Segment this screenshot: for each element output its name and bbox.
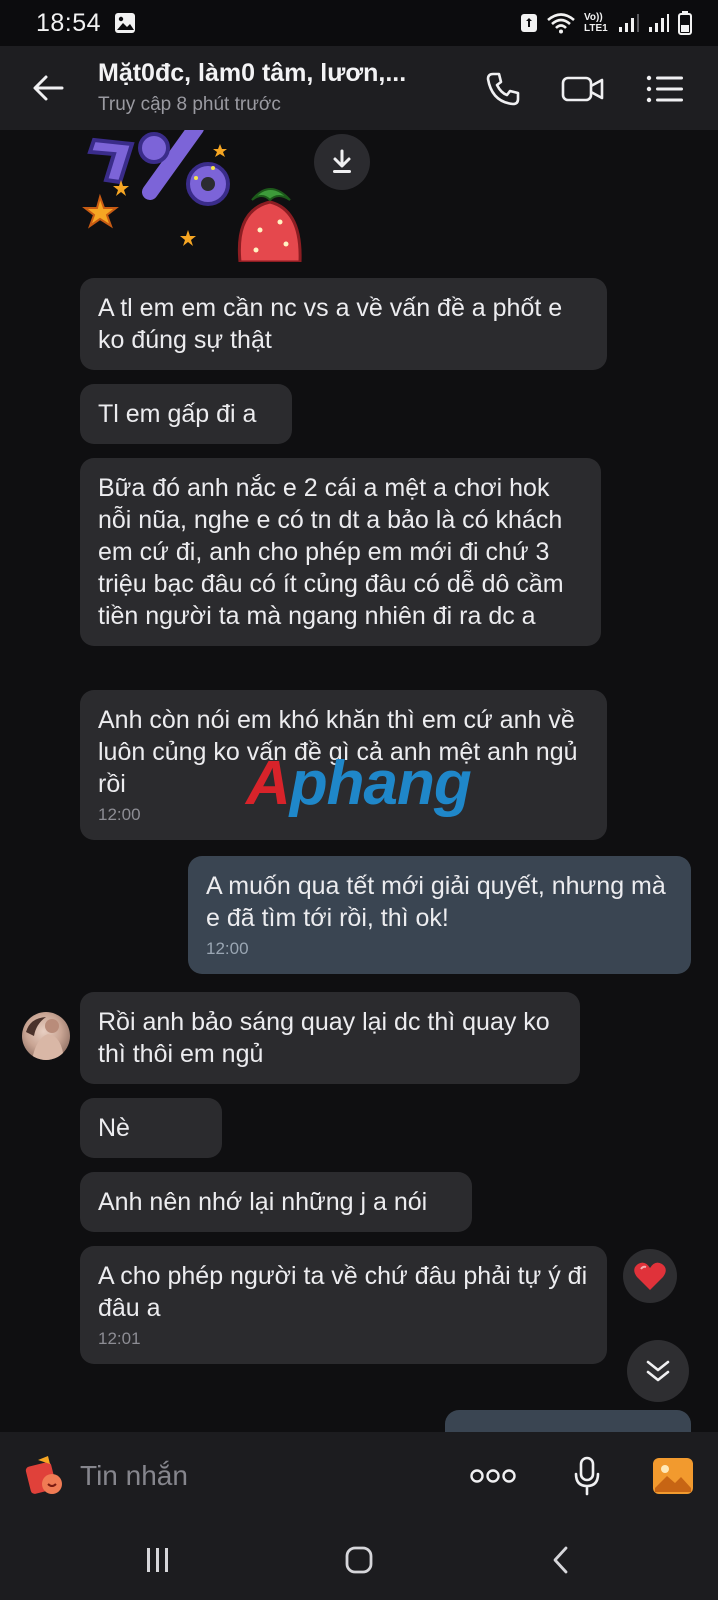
home-icon: [345, 1546, 373, 1574]
download-icon: [333, 149, 351, 173]
message-incoming[interactable]: Nè: [80, 1098, 222, 1158]
gallery-notification-icon: [115, 13, 135, 33]
message-text: A cho phép người ta về chứ đâu phải tự ý…: [98, 1262, 588, 1322]
message-text: Anh nên nhớ lại những j a nói: [98, 1188, 428, 1216]
message-incoming[interactable]: Anh nên nhớ lại những j a nói: [80, 1172, 472, 1232]
message-text: Rồi anh bảo sáng quay lại dc thì quay ko…: [98, 1008, 550, 1068]
heart-icon: [634, 1262, 666, 1290]
network-label: Vo)) LTE1: [584, 12, 608, 34]
watermark-part1: A: [246, 749, 291, 818]
message-list[interactable]: A tl em em cần nc vs a về vấn đề a phốt …: [0, 130, 718, 1432]
more-options-button[interactable]: [468, 1452, 518, 1500]
contact-name[interactable]: Mặt0đc, làm0 tâm, lươn,...: [98, 59, 438, 88]
signal-1-icon: [619, 14, 639, 32]
microphone-icon: [574, 1456, 600, 1496]
message-text: Tl em gấp đi a: [98, 400, 257, 428]
video-call-button[interactable]: [560, 66, 606, 112]
menu-button[interactable]: [642, 66, 688, 112]
call-button[interactable]: [480, 66, 526, 112]
message-text: A muốn qua tết mới giải quyết, nhưng mà …: [206, 872, 666, 932]
system-navigation-bar: [0, 1520, 718, 1600]
photo-button[interactable]: [648, 1452, 698, 1500]
scroll-to-bottom-button[interactable]: [627, 1340, 689, 1402]
video-camera-icon: [561, 76, 604, 102]
sticker-button-icon[interactable]: [22, 1454, 66, 1498]
chat-header: Mặt0đc, làm0 tâm, lươn,... Truy cập 8 ph…: [0, 46, 718, 130]
message-time: 12:00: [206, 939, 249, 958]
message-incoming[interactable]: A cho phép người ta về chứ đâu phải tự ý…: [80, 1246, 607, 1364]
message-text: A tl em em cần nc vs a về vấn đề a phốt …: [98, 294, 563, 354]
more-dots-icon: [470, 1469, 516, 1483]
message-composer: [0, 1432, 718, 1520]
battery-icon: [678, 11, 692, 35]
message-incoming[interactable]: Bữa đó anh nắc e 2 cái a mệt a chơi hok …: [80, 458, 601, 646]
message-incoming[interactable]: A tl em em cần nc vs a về vấn đề a phốt …: [80, 278, 607, 370]
home-button[interactable]: [329, 1536, 389, 1584]
download-button[interactable]: [314, 134, 370, 190]
watermark-part2: phang: [289, 749, 472, 818]
watermark-logo: Aphang: [246, 748, 472, 819]
status-icons: Vo)) LTE1: [520, 10, 692, 36]
recent-apps-icon: [147, 1548, 168, 1572]
message-input[interactable]: [80, 1448, 440, 1504]
message-text: Bữa đó anh nắc e 2 cái a mệt a chơi hok …: [98, 474, 564, 630]
message-outgoing-partial[interactable]: [445, 1410, 691, 1432]
avatar-photo: [26, 1017, 64, 1060]
status-bar: 18:54 Vo)) LTE1: [0, 0, 718, 46]
status-time: 18:54: [36, 9, 102, 37]
system-back-button[interactable]: [530, 1536, 590, 1584]
back-arrow-icon[interactable]: [28, 68, 68, 108]
message-outgoing[interactable]: A muốn qua tết mới giải quyết, nhưng mà …: [188, 856, 691, 974]
signal-2-icon: [649, 14, 669, 32]
last-seen: Truy cập 8 phút trước: [98, 94, 281, 115]
message-time: 12:01: [98, 1329, 141, 1348]
double-chevron-down-icon: [646, 1360, 670, 1382]
chevron-left-icon: [553, 1546, 568, 1574]
sticker-image[interactable]: [80, 130, 310, 262]
heart-reaction[interactable]: [623, 1249, 677, 1303]
list-menu-icon: [646, 75, 683, 103]
recent-apps-button[interactable]: [128, 1536, 188, 1584]
message-text: Nè: [98, 1114, 130, 1142]
message-incoming[interactable]: Tl em gấp đi a: [80, 384, 292, 444]
wifi-icon: [547, 13, 575, 34]
voice-message-button[interactable]: [562, 1452, 612, 1500]
image-gallery-icon: [653, 1458, 693, 1494]
phone-icon: [486, 72, 520, 106]
message-incoming[interactable]: Rồi anh bảo sáng quay lại dc thì quay ko…: [80, 992, 580, 1084]
sync-icon: [521, 14, 537, 32]
contact-avatar[interactable]: [22, 1012, 70, 1060]
